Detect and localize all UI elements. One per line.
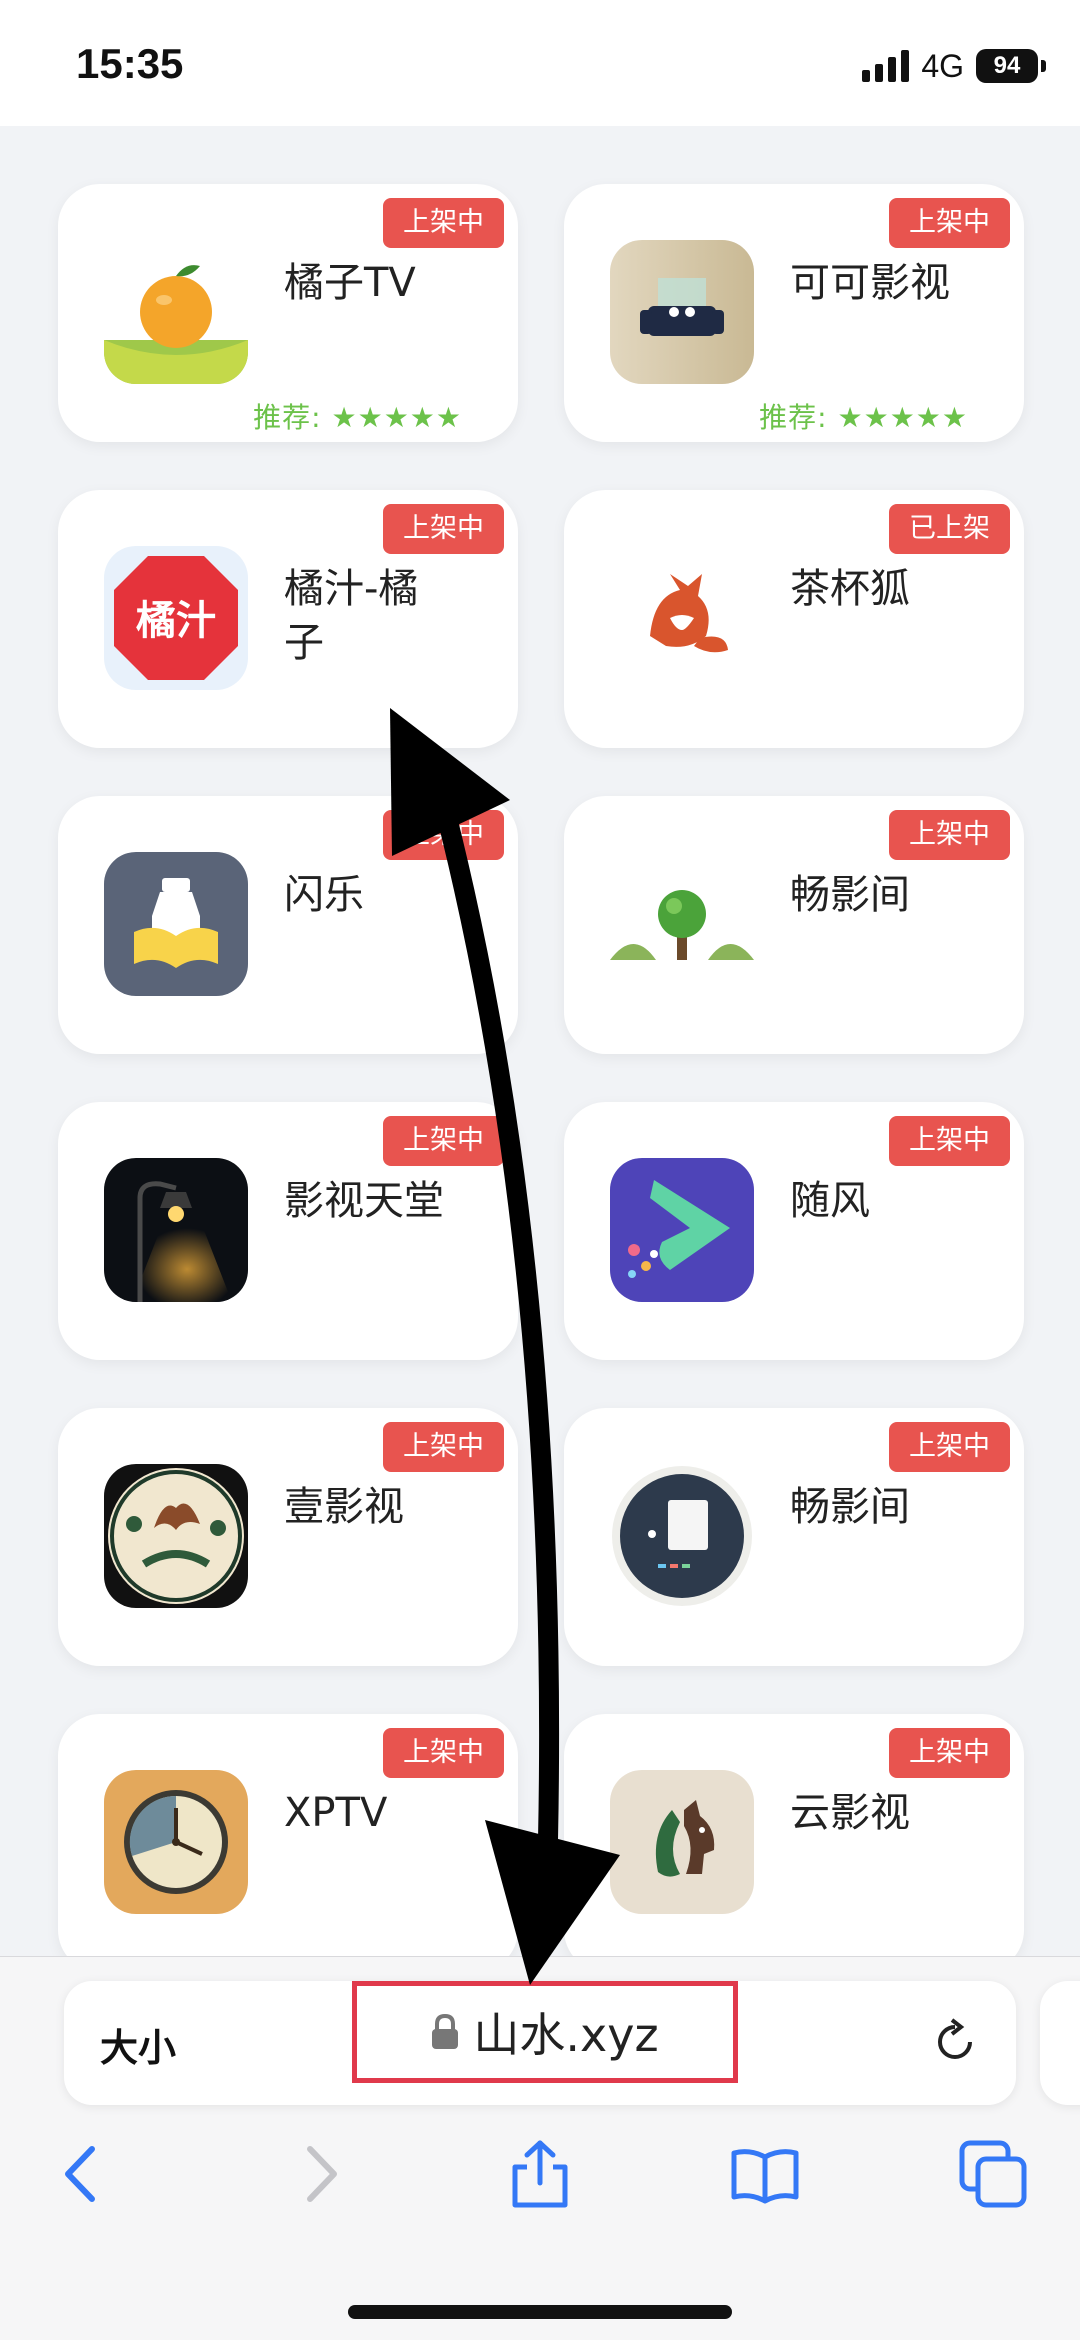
status-badge: 上架中 — [889, 810, 1010, 860]
status-badge: 上架中 — [889, 198, 1010, 248]
signal-icon — [862, 50, 910, 82]
emblem-icon — [104, 1464, 248, 1608]
status-indicators: 4G 94 — [862, 46, 1046, 86]
app-name: 随风 — [790, 1178, 870, 1224]
recommend-rating: 推荐: ★★★★★ — [253, 401, 462, 434]
home-indicator — [348, 2305, 732, 2319]
app-name: 畅影间 — [790, 1484, 910, 1530]
recommend-rating: 推荐: ★★★★★ — [759, 401, 968, 434]
app-card[interactable]: 上架中 闪乐 — [58, 796, 518, 1054]
clock-icon — [104, 1770, 248, 1914]
url-field[interactable]: 山水.xyz — [352, 1981, 738, 2083]
app-grid: 上架中 橘子TV 推荐: ★★★★★ 上架中 可可影视 推荐: ★★★★★ 上架… — [0, 126, 1080, 1956]
address-bar[interactable]: 大小 山水.xyz — [64, 1981, 1016, 2105]
status-badge: 上架中 — [383, 1422, 504, 1472]
network-type: 4G — [921, 47, 964, 84]
tablet-icon — [610, 1464, 754, 1608]
app-card[interactable]: 上架中 云影视 — [564, 1714, 1024, 1956]
app-card[interactable]: 上架中 可可影视 推荐: ★★★★★ — [564, 184, 1024, 442]
status-badge: 上架中 — [383, 504, 504, 554]
app-name: 影视天堂 — [284, 1178, 444, 1224]
status-badge: 上架中 — [383, 198, 504, 248]
play-icon — [610, 1158, 754, 1302]
share-icon[interactable] — [505, 2139, 575, 2209]
horse-icon — [610, 1770, 754, 1914]
app-name: 畅影间 — [790, 872, 910, 918]
tree-icon — [610, 852, 754, 996]
app-card[interactable]: 上架中 橘子TV 推荐: ★★★★★ — [58, 184, 518, 442]
app-card[interactable]: 已上架 茶杯狐 — [564, 490, 1024, 748]
bookmarks-icon[interactable] — [730, 2139, 800, 2209]
juzhi-icon: 橘汁 — [104, 546, 248, 690]
status-badge: 上架中 — [889, 1728, 1010, 1778]
forward-icon[interactable] — [282, 2139, 352, 2209]
status-badge: 上架中 — [889, 1422, 1010, 1472]
next-tab-preview[interactable] — [1040, 1981, 1080, 2105]
status-badge: 已上架 — [889, 504, 1010, 554]
book-icon — [104, 852, 248, 996]
reload-icon[interactable] — [930, 2017, 980, 2067]
app-card[interactable]: 上架中 畅影间 — [564, 796, 1024, 1054]
app-name: 云影视 — [790, 1790, 910, 1836]
back-icon[interactable] — [50, 2139, 120, 2209]
app-name: 可可影视 — [790, 260, 950, 306]
text-size-button[interactable]: 大小 — [100, 2017, 176, 2072]
app-card[interactable]: 上架中 XPTV — [58, 1714, 518, 1956]
browser-toolbar — [0, 2125, 1080, 2235]
status-badge: 上架中 — [889, 1116, 1010, 1166]
status-bar: 15:35 4G 94 — [0, 0, 1080, 126]
app-name: 壹影视 — [284, 1484, 404, 1530]
app-name: XPTV — [284, 1790, 388, 1836]
browser-bottom-bar: 大小 山水.xyz — [0, 1956, 1080, 2340]
icon-text: 橘汁 — [136, 598, 216, 644]
url-text: 山水.xyz — [473, 2008, 659, 2062]
app-name: 茶杯狐 — [790, 566, 910, 612]
app-card[interactable]: 上架中 影视天堂 — [58, 1102, 518, 1360]
fox-icon — [610, 546, 754, 690]
app-card[interactable]: 上架中 畅影间 — [564, 1408, 1024, 1666]
status-badge: 上架中 — [383, 1728, 504, 1778]
tabs-icon[interactable] — [958, 2139, 1028, 2209]
status-badge: 上架中 — [383, 810, 504, 860]
status-badge: 上架中 — [383, 1116, 504, 1166]
app-card[interactable]: 上架中 橘汁 橘汁-橘子 — [58, 490, 518, 748]
battery-icon: 94 — [976, 49, 1046, 83]
lock-icon — [432, 2014, 459, 2049]
status-time: 15:35 — [76, 40, 184, 87]
lamp-icon — [104, 1158, 248, 1302]
app-name: 闪乐 — [284, 872, 364, 918]
app-card[interactable]: 上架中 壹影视 — [58, 1408, 518, 1666]
app-card[interactable]: 上架中 随风 — [564, 1102, 1024, 1360]
app-name: 橘汁-橘子 — [284, 566, 419, 666]
orange-icon — [104, 240, 248, 384]
app-name: 橘子TV — [284, 260, 416, 306]
sofa-icon — [610, 240, 754, 384]
